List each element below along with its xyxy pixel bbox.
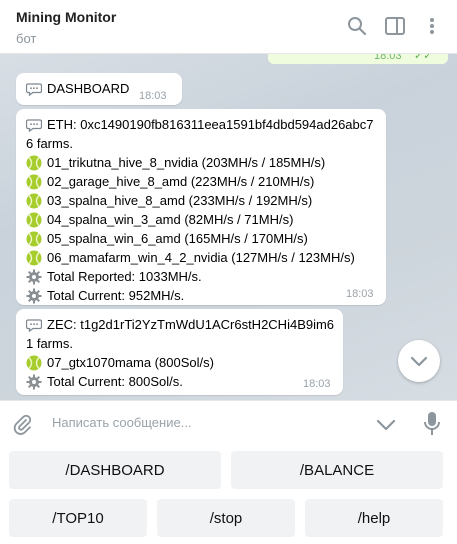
- total-current: Total Current: 952MH/s.: [47, 288, 185, 303]
- tennis-ball-icon: [26, 355, 42, 370]
- read-checkmarks-icon: ✓✓: [414, 54, 433, 62]
- speech-balloon-icon: [26, 118, 42, 132]
- message-time: 18:03: [374, 54, 402, 62]
- farm-line: 05_spalna_win_6_amd (165MH/s / 170MH/s): [47, 231, 308, 246]
- tennis-ball-icon: [26, 231, 42, 246]
- message-input[interactable]: Написать сообщение...: [52, 415, 192, 430]
- wallet-address: ETH: 0xc1490190fb816311eea1591bf4dbd594a…: [47, 117, 374, 132]
- tennis-ball-icon: [26, 250, 42, 265]
- chat-subtitle: бот: [16, 31, 37, 46]
- stop-command-button[interactable]: /stop: [157, 499, 295, 537]
- farm-line: 04_spalna_win_3_amd (82MH/s / 71MH/s): [47, 212, 294, 227]
- farm-count: 6 farms.: [26, 136, 73, 151]
- farm-line: 02_garage_hive_8_amd (223MH/s / 210MH/s): [47, 174, 315, 189]
- message-list[interactable]: 18:03 ✓✓ DASHBOARD 18:03 ETH: 0xc1490190…: [0, 54, 457, 400]
- wallet-address: ZEC: t1g2d1rTi2YzTmWdU1ACr6stH2CHi4B9im6: [47, 317, 335, 332]
- total-current: Total Current: 800Sol/s.: [47, 374, 183, 389]
- farm-count: 1 farms.: [26, 336, 73, 351]
- chevron-down-icon[interactable]: [376, 417, 396, 431]
- message-composer: Написать сообщение...: [0, 400, 457, 445]
- total-reported: Total Reported: 1033MH/s.: [47, 269, 202, 284]
- top10-command-button[interactable]: /TOP10: [9, 499, 147, 537]
- more-vertical-icon[interactable]: [420, 14, 444, 38]
- microphone-icon[interactable]: [423, 411, 441, 437]
- bot-message-eth: ETH: 0xc1490190fb816311eea1591bf4dbd594a…: [16, 109, 386, 305]
- search-icon[interactable]: [345, 14, 369, 38]
- tennis-ball-icon: [26, 174, 42, 189]
- tennis-ball-icon: [26, 212, 42, 227]
- balance-command-button[interactable]: /BALANCE: [231, 451, 443, 489]
- gear-icon: [26, 288, 42, 303]
- chat-header: Mining Monitor бот: [0, 0, 457, 54]
- paperclip-icon[interactable]: [11, 413, 33, 435]
- bot-message-dashboard: DASHBOARD 18:03: [16, 73, 182, 105]
- chevron-down-icon: [410, 356, 428, 366]
- tennis-ball-icon: [26, 155, 42, 170]
- scroll-down-button[interactable]: [398, 340, 440, 382]
- message-time: 18:03: [139, 90, 167, 102]
- speech-balloon-icon: [26, 82, 42, 96]
- tennis-ball-icon: [26, 193, 42, 208]
- dashboard-command-button[interactable]: /DASHBOARD: [9, 451, 221, 489]
- gear-icon: [26, 269, 42, 284]
- bot-keyboard: /DASHBOARD /BALANCE /TOP10 /stop /help: [0, 445, 457, 544]
- farm-line: 06_mamafarm_win_4_2_nvidia (127MH/s / 12…: [47, 250, 355, 265]
- farm-line: 07_gtx1070mama (800Sol/s): [47, 355, 214, 370]
- message-time: 18:03: [303, 378, 331, 390]
- help-command-button[interactable]: /help: [305, 499, 443, 537]
- speech-balloon-icon: [26, 318, 42, 332]
- chat-title[interactable]: Mining Monitor: [16, 9, 116, 25]
- message-time: 18:03: [346, 288, 374, 300]
- gear-icon: [26, 374, 42, 389]
- message-text: DASHBOARD: [47, 81, 130, 96]
- farm-line: 03_spalna_hive_8_amd (233MH/s / 192MH/s): [47, 193, 313, 208]
- bot-message-zec: ZEC: t1g2d1rTi2YzTmWdU1ACr6stH2CHi4B9im6…: [16, 309, 343, 395]
- farm-line: 01_trikutna_hive_8_nvidia (203MH/s / 185…: [47, 155, 326, 170]
- sidebar-toggle-icon[interactable]: [383, 14, 407, 38]
